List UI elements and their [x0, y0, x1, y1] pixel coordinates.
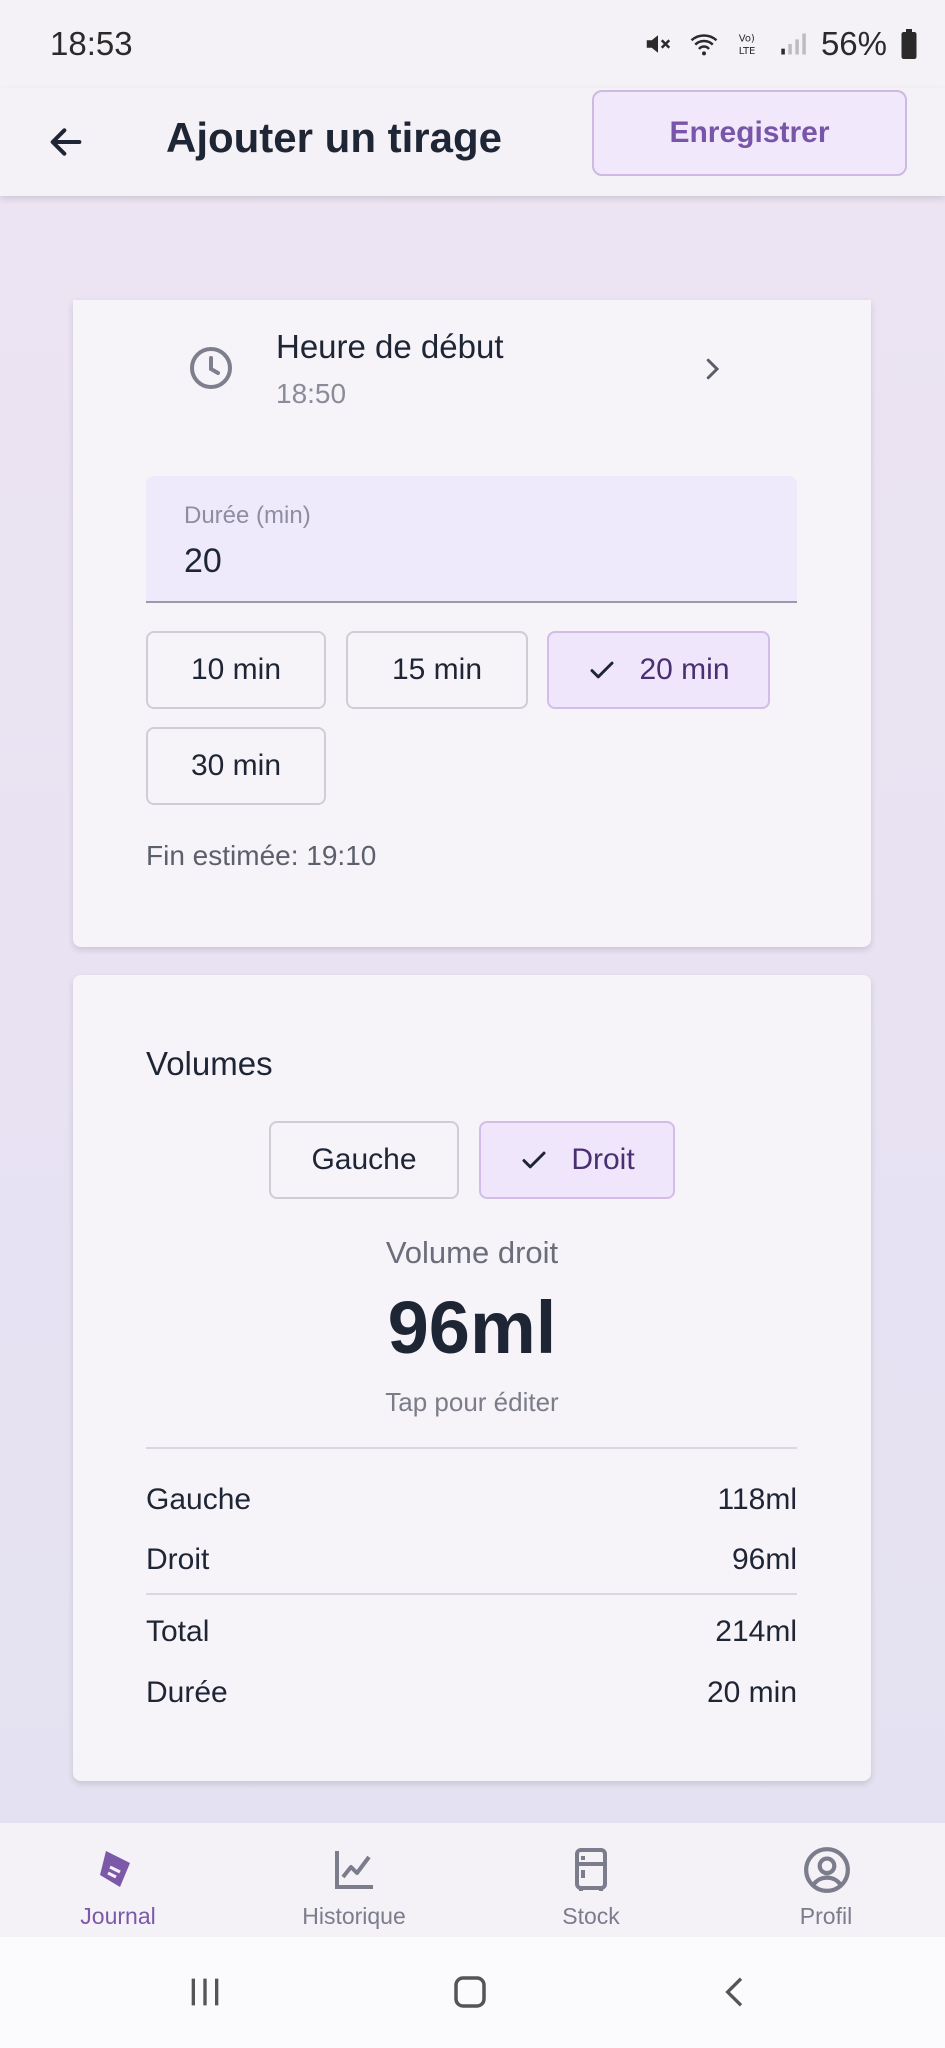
summary-row-left: Gauche 118ml	[146, 1483, 797, 1517]
clock-icon	[190, 347, 232, 389]
recents-button[interactable]	[175, 1967, 235, 2017]
chip-label: 20 min	[639, 653, 730, 686]
check-icon	[590, 661, 614, 679]
chip-label: Gauche	[311, 1143, 417, 1176]
status-icons: Vo) LTE 56%	[643, 25, 917, 63]
summary-value: 118ml	[717, 1483, 797, 1516]
freezer-icon	[575, 1848, 607, 1891]
chart-line-icon	[335, 1851, 373, 1889]
start-time-label: Heure de début	[276, 328, 504, 365]
duration-chip-15[interactable]: 15 min	[346, 631, 528, 709]
summary-label: Durée	[146, 1676, 228, 1709]
current-volume-label: Volume droit	[385, 1235, 559, 1270]
divider	[146, 1593, 797, 1595]
bottom-nav: Journal Historique Stock Profil	[0, 1823, 945, 1937]
signal-icon	[781, 33, 806, 55]
svg-text:Vo): Vo)	[739, 34, 755, 45]
back-button[interactable]	[36, 112, 96, 172]
chip-label: Droit	[571, 1143, 635, 1176]
chip-label: 15 min	[391, 653, 483, 686]
nav-label: Profil	[799, 1903, 853, 1929]
duration-input[interactable]: Durée (min) 20	[146, 476, 797, 603]
svg-text:LTE: LTE	[739, 46, 756, 57]
summary-label: Total	[146, 1615, 210, 1648]
side-chip-right[interactable]: Droit	[479, 1121, 675, 1199]
chip-label: 10 min	[190, 653, 282, 686]
status-bar: 18:53 Vo) LTE 56%	[0, 0, 945, 88]
nav-historique[interactable]: Historique	[254, 1823, 454, 1937]
duration-chip-30[interactable]: 30 min	[146, 727, 326, 805]
duration-card: Heure de début 18:50 Durée (min) 20 10 m…	[73, 300, 871, 947]
nav-label: Historique	[302, 1903, 406, 1929]
summary-value: 20 min	[706, 1676, 797, 1709]
end-estimate: Fin estimée: 19:10	[146, 840, 377, 871]
side-chip-left[interactable]: Gauche	[269, 1121, 459, 1199]
volumes-card: Volumes Gauche Droit Volume droit 96ml T…	[73, 975, 871, 1781]
save-button[interactable]: Enregistrer	[592, 90, 907, 176]
battery-percent: 56%	[820, 25, 887, 62]
home-icon	[454, 1976, 486, 2008]
recents-icon	[191, 1978, 219, 2006]
volumes-title: Volumes	[146, 1045, 273, 1082]
wifi-icon	[690, 34, 718, 56]
nav-journal[interactable]: Journal	[18, 1823, 218, 1937]
nav-label: Stock	[562, 1903, 620, 1929]
nav-label: Journal	[80, 1903, 156, 1929]
chevron-left-icon	[725, 1977, 743, 2007]
current-volume-value[interactable]: 96ml	[73, 1285, 871, 1370]
duration-input-label: Durée (min)	[184, 502, 311, 529]
chevron-right-icon	[706, 358, 720, 380]
summary-row-total: Total 214ml	[146, 1615, 797, 1649]
summary-value: 214ml	[715, 1615, 797, 1648]
app-bar: Ajouter un tirage Enregistrer	[0, 88, 945, 196]
system-back-button[interactable]	[706, 1967, 766, 2017]
duration-input-value: 20	[184, 542, 222, 580]
journal-icon	[100, 1851, 130, 1887]
summary-value: 96ml	[731, 1543, 797, 1576]
summary-row-duration: Durée 20 min	[146, 1676, 797, 1710]
home-button[interactable]	[440, 1967, 500, 2017]
nav-profil[interactable]: Profil	[726, 1823, 926, 1937]
arrow-back-icon	[50, 128, 82, 156]
system-nav	[0, 1937, 945, 2048]
chip-label: 30 min	[190, 749, 282, 782]
profile-icon	[804, 1847, 850, 1893]
summary-row-right: Droit 96ml	[146, 1543, 797, 1577]
start-time-value: 18:50	[276, 378, 347, 409]
battery-icon	[901, 29, 917, 59]
status-time: 18:53	[50, 25, 133, 62]
start-time-row[interactable]: Heure de début 18:50	[73, 300, 871, 430]
page-title: Ajouter un tirage	[166, 114, 503, 161]
mute-icon	[646, 35, 671, 53]
volte-icon: Vo)LTE	[739, 34, 756, 58]
summary-label: Droit	[146, 1543, 210, 1576]
check-icon	[522, 1151, 546, 1169]
duration-chip-20[interactable]: 20 min	[547, 631, 770, 709]
nav-stock[interactable]: Stock	[491, 1823, 691, 1937]
divider	[146, 1447, 797, 1449]
summary-label: Gauche	[146, 1483, 252, 1516]
edit-hint: Tap pour éditer	[385, 1387, 559, 1417]
duration-chip-10[interactable]: 10 min	[146, 631, 326, 709]
